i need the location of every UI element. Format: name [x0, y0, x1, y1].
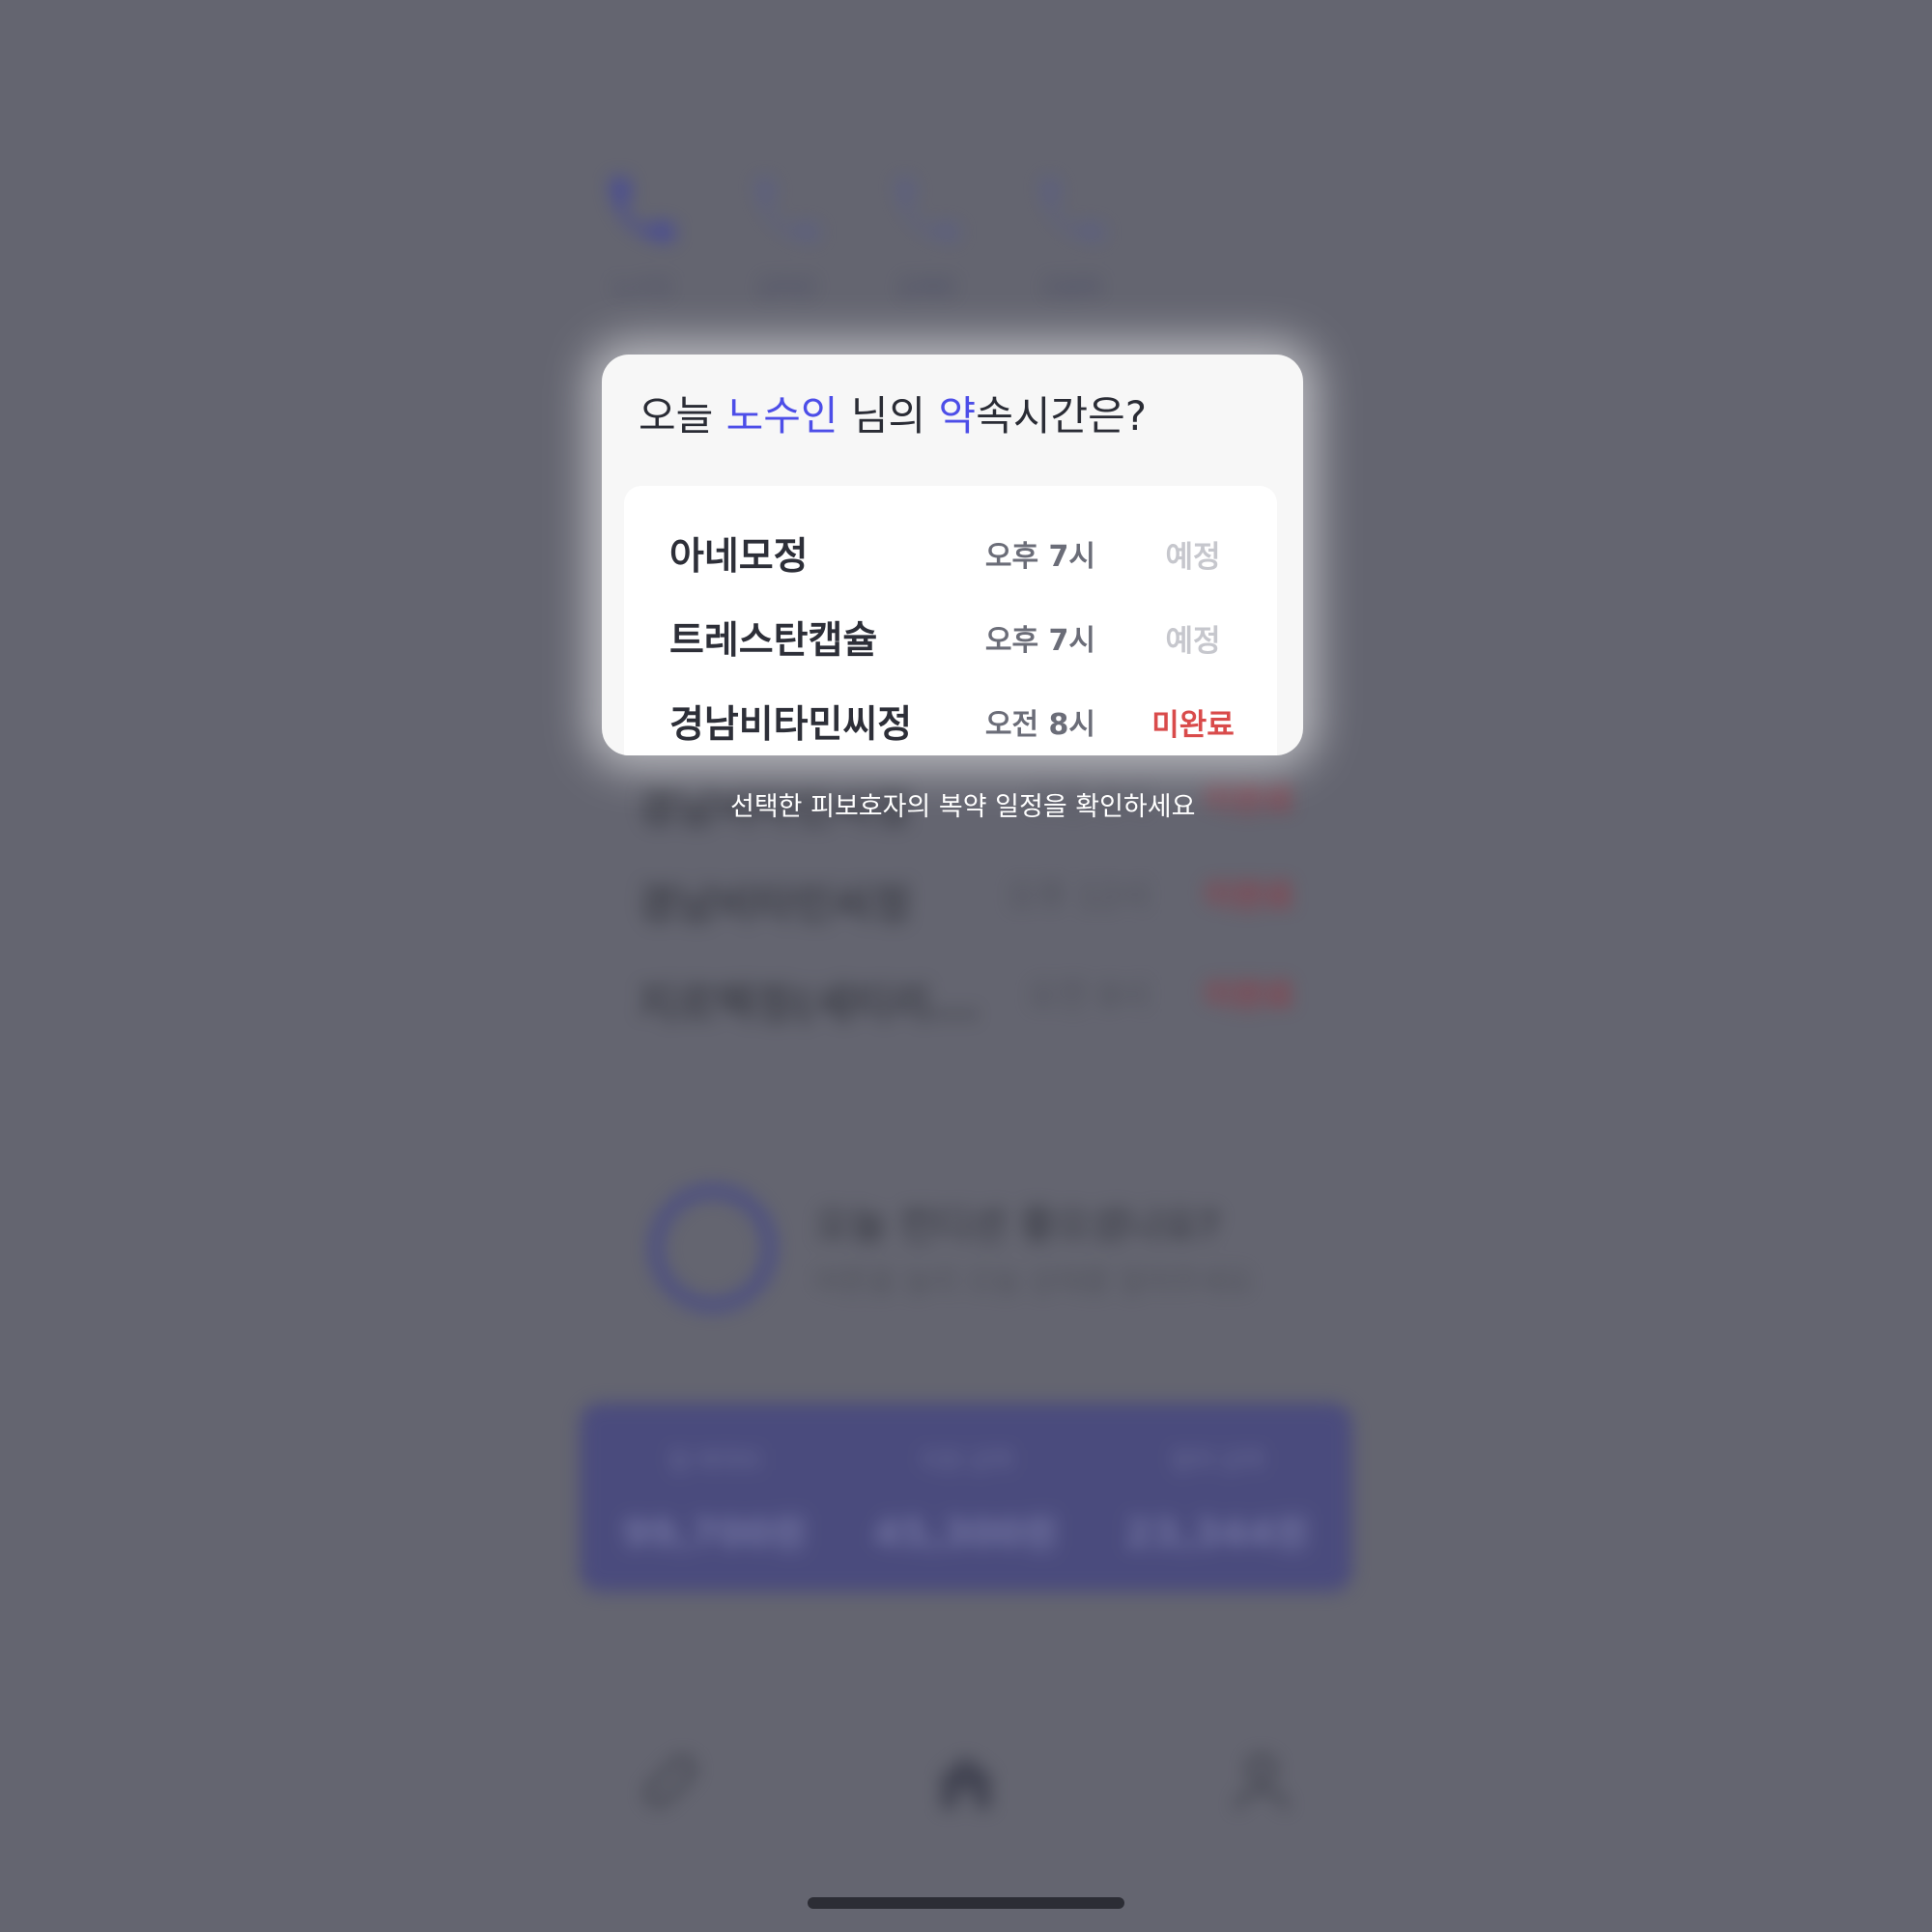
background-app-content: 노수인 김하은 김재민 조윤희 경남비타민씨정 오전 8시 미완료 경남비타민씨… — [0, 0, 1932, 1932]
profile-icon[interactable] — [1225, 1745, 1298, 1818]
title-highlight-char: 약 — [938, 392, 977, 440]
title-middle: 님의 — [838, 392, 939, 440]
schedule-row[interactable]: 경남비타민씨정 오전 8시 미완료 — [624, 689, 1277, 747]
summary-stat-label: 지원 금액 — [920, 1447, 1012, 1474]
today-schedule-card: 오늘 노수인 님의 약속시간은? 아네모정 오후 7시 예정 트레스탄캡슐 오후… — [602, 355, 1303, 755]
call-shortcut-label: 김재민 — [897, 276, 957, 300]
summary-stat: 절약 금액 23,344원 — [1101, 1441, 1333, 1558]
medication-name: 경남비타민씨정 — [638, 880, 912, 929]
home-indicator[interactable] — [808, 1897, 1124, 1909]
pill-icon[interactable] — [634, 1745, 707, 1818]
medication-time: 오후 7시 — [984, 624, 1095, 658]
medication-row: 지르텍정(세티리... 오전 8시 미완료 — [638, 969, 1294, 1029]
summary-stat-value: 23,344원 — [1124, 1512, 1310, 1556]
medication-time: 오후 12시 — [1007, 877, 1150, 916]
condition-subtitle: 버튼을 눌러 오늘 상태를 알려주세요 — [815, 1265, 1253, 1299]
call-shortcut-4[interactable]: 조윤희 — [1029, 166, 1116, 301]
schedule-title: 오늘 노수인 님의 약속시간은? — [639, 384, 1147, 442]
medication-name: 트레스탄캡슐 — [669, 619, 878, 663]
summary-panel: 월 복약비 99,700원 지원 금액 45,300원 절약 금액 23,344… — [580, 1403, 1352, 1592]
medication-time: 오전 8시 — [984, 708, 1095, 742]
status-badge: 예정 — [1165, 624, 1221, 659]
medication-time: 오전 8시 — [1027, 977, 1150, 1015]
schedule-row[interactable]: 트레스탄캡슐 오후 7시 예정 — [624, 605, 1277, 663]
summary-stat: 월 복약비 99,700원 — [599, 1441, 831, 1558]
summary-stat-label: 월 복약비 — [668, 1447, 761, 1474]
medication-status: 미완료 — [1204, 877, 1294, 916]
call-shortcut-1[interactable]: 노수인 — [599, 166, 686, 301]
call-shortcut-label: 노수인 — [612, 276, 672, 300]
title-prefix: 오늘 — [639, 392, 726, 440]
onboarding-tooltip: 선택한 피보호자의 복약 일정을 확인하세요 — [730, 792, 1196, 822]
medication-name: 아네모정 — [669, 535, 809, 579]
condition-question: 오늘 컨디션 좋으셨나요? — [815, 1204, 1221, 1248]
phone-icon — [1039, 177, 1105, 242]
phone-icon — [895, 177, 960, 242]
medication-name: 지르텍정(세티리... — [638, 980, 980, 1029]
medication-status: 미완료 — [1204, 781, 1294, 819]
call-shortcut-2[interactable]: 김하은 — [744, 166, 831, 301]
medication-row: 경남비타민씨정 오후 12시 미완료 — [638, 869, 1294, 929]
phone-icon — [610, 177, 675, 242]
call-shortcut-label: 조윤희 — [1042, 276, 1102, 300]
status-badge: 미완료 — [1151, 708, 1235, 743]
summary-stat-label: 절약 금액 — [1171, 1447, 1264, 1474]
home-icon[interactable] — [929, 1745, 1003, 1818]
patient-name: 노수인 — [725, 392, 838, 440]
medication-name: 경남비타민씨정 — [669, 703, 913, 747]
medication-time: 오후 7시 — [984, 540, 1095, 574]
schedule-row[interactable]: 아네모정 오후 7시 예정 — [624, 521, 1277, 579]
call-shortcut-label: 김하은 — [757, 276, 817, 300]
medication-status: 미완료 — [1204, 977, 1294, 1015]
status-badge: 예정 — [1165, 540, 1221, 575]
title-suffix: 속시간은? — [976, 392, 1148, 440]
call-shortcut-3[interactable]: 김재민 — [884, 166, 971, 301]
condition-progress-ring[interactable] — [649, 1184, 777, 1312]
schedule-list: 아네모정 오후 7시 예정 트레스탄캡슐 오후 7시 예정 경남비타민씨정 오전… — [624, 486, 1277, 755]
summary-stat-value: 45,300원 — [873, 1512, 1059, 1556]
summary-stat: 지원 금액 45,300원 — [850, 1441, 1082, 1558]
phone-icon — [754, 177, 820, 242]
summary-stat-value: 99,700원 — [622, 1512, 808, 1556]
